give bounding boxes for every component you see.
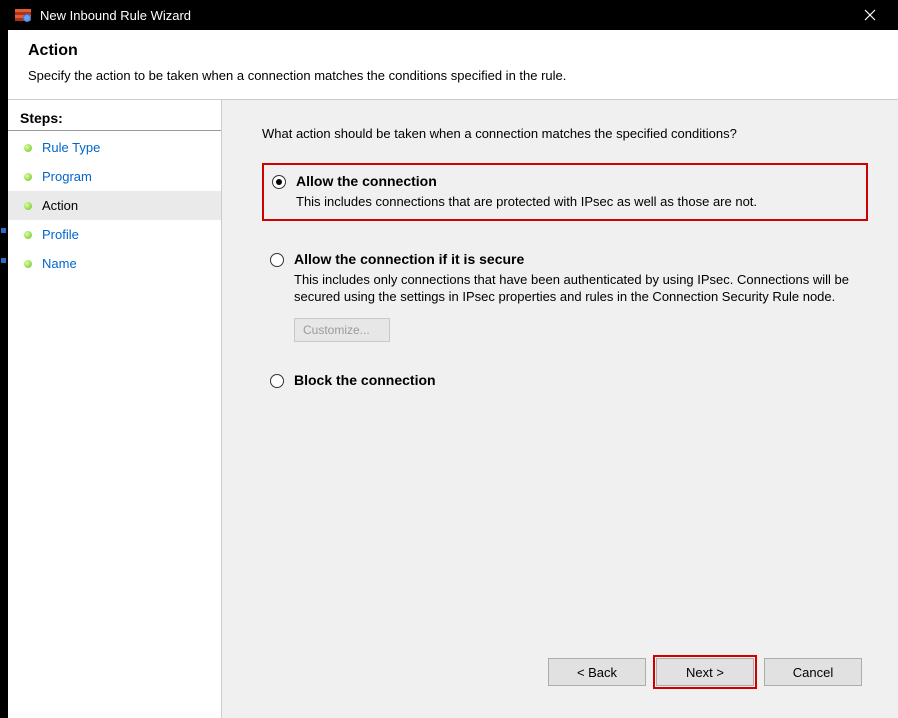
- option-block-title: Block the connection: [294, 372, 860, 388]
- back-button[interactable]: < Back: [548, 658, 646, 686]
- page-subtitle: Specify the action to be taken when a co…: [28, 68, 878, 83]
- option-block: Block the connection: [262, 366, 868, 396]
- option-allow-desc: This includes connections that are prote…: [296, 193, 858, 211]
- step-bullet-icon: [24, 173, 32, 181]
- action-prompt: What action should be taken when a conne…: [262, 126, 868, 141]
- step-name[interactable]: Name: [8, 249, 221, 278]
- step-profile[interactable]: Profile: [8, 220, 221, 249]
- step-rule-type[interactable]: Rule Type: [8, 133, 221, 162]
- option-allow-secure-row[interactable]: Allow the connection if it is secure Thi…: [262, 245, 868, 310]
- option-allow-secure-desc: This includes only connections that have…: [294, 271, 860, 306]
- step-label: Rule Type: [42, 140, 100, 155]
- wizard-header: Action Specify the action to be taken wh…: [8, 30, 898, 99]
- next-button[interactable]: Next >: [656, 658, 754, 686]
- option-body: Allow the connection This includes conne…: [296, 173, 858, 211]
- step-label: Program: [42, 169, 92, 184]
- step-label: Action: [42, 198, 78, 213]
- page-title: Action: [28, 42, 878, 60]
- option-allow: Allow the connection This includes conne…: [262, 163, 868, 221]
- close-icon: [864, 9, 876, 21]
- step-bullet-icon: [24, 144, 32, 152]
- cancel-button[interactable]: Cancel: [764, 658, 862, 686]
- step-program[interactable]: Program: [8, 162, 221, 191]
- window-title: New Inbound Rule Wizard: [40, 8, 191, 23]
- wizard-window: New Inbound Rule Wizard Action Specify t…: [8, 0, 898, 718]
- option-allow-title: Allow the connection: [296, 173, 858, 189]
- option-body: Block the connection: [294, 372, 860, 392]
- wizard-content: Steps: Rule Type Program Action Profile …: [8, 99, 898, 718]
- close-button[interactable]: [848, 0, 892, 30]
- option-allow-row[interactable]: Allow the connection This includes conne…: [262, 163, 868, 221]
- app-left-gutter: [0, 0, 8, 718]
- step-action[interactable]: Action: [8, 191, 221, 220]
- main-panel: What action should be taken when a conne…: [222, 100, 898, 718]
- gutter-mark: [1, 258, 6, 263]
- radio-block[interactable]: [270, 374, 284, 388]
- step-bullet-icon: [24, 231, 32, 239]
- option-body: Allow the connection if it is secure Thi…: [294, 251, 860, 306]
- gutter-mark: [1, 228, 6, 233]
- steps-heading: Steps:: [8, 108, 221, 131]
- option-allow-secure-title: Allow the connection if it is secure: [294, 251, 860, 267]
- step-label: Name: [42, 256, 77, 271]
- option-allow-secure: Allow the connection if it is secure Thi…: [262, 245, 868, 342]
- radio-allow[interactable]: [272, 175, 286, 189]
- firewall-icon: [14, 6, 32, 24]
- titlebar: New Inbound Rule Wizard: [8, 0, 898, 30]
- step-bullet-icon: [24, 202, 32, 210]
- wizard-footer: < Back Next > Cancel: [262, 648, 868, 698]
- step-label: Profile: [42, 227, 79, 242]
- radio-allow-secure[interactable]: [270, 253, 284, 267]
- option-block-row[interactable]: Block the connection: [262, 366, 868, 396]
- steps-sidebar: Steps: Rule Type Program Action Profile …: [8, 100, 222, 718]
- step-bullet-icon: [24, 260, 32, 268]
- customize-button: Customize...: [294, 318, 390, 342]
